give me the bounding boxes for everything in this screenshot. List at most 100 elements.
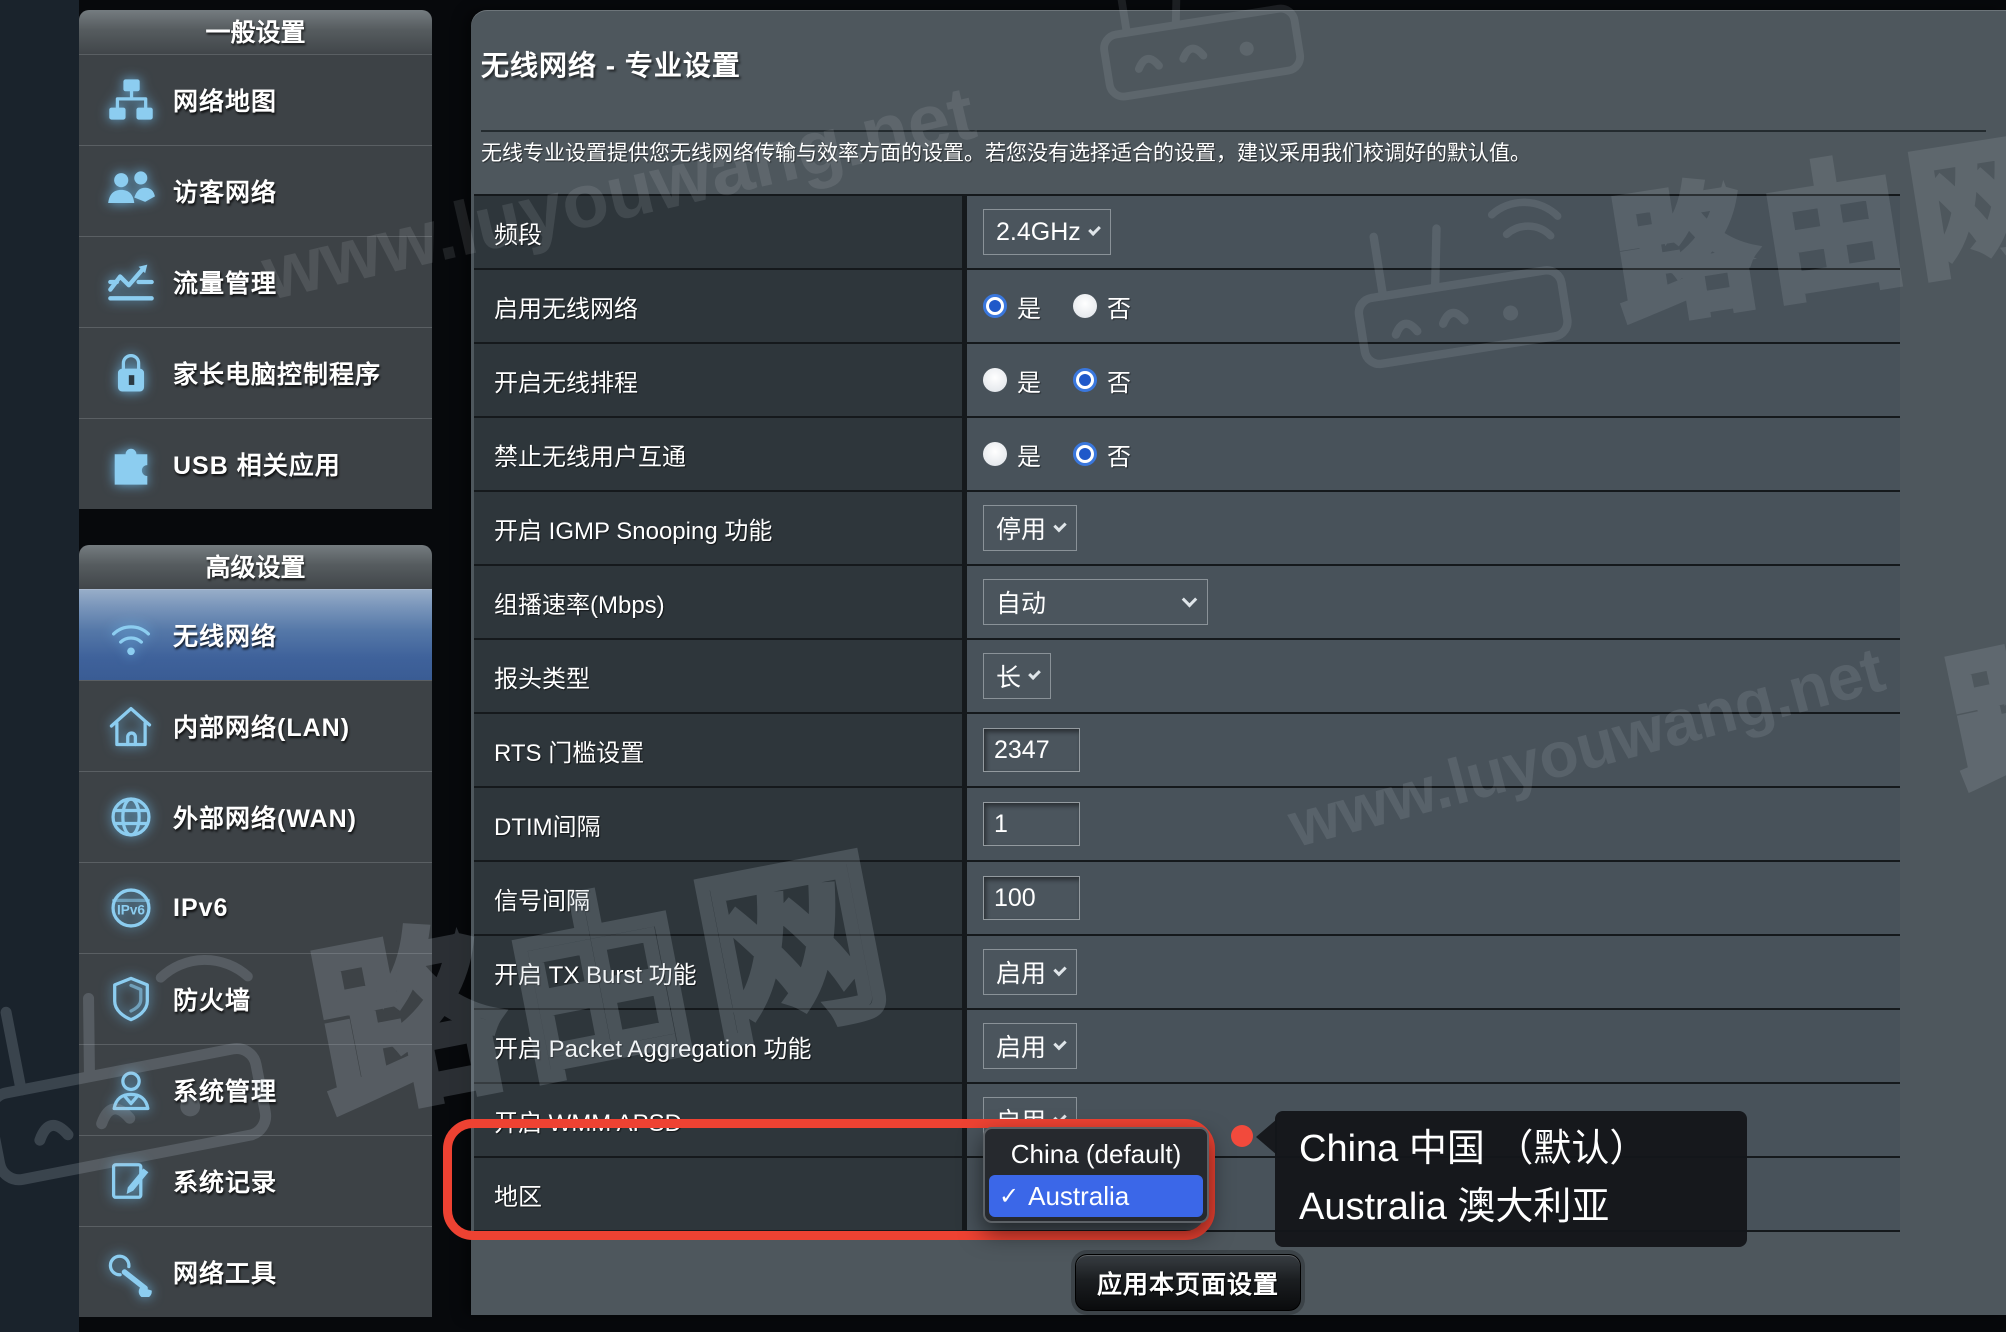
sidebar-item-label: 系统记录 <box>173 1163 277 1199</box>
region-menu-option[interactable]: ✓ Australia <box>989 1175 1203 1217</box>
annotation-arrow <box>1256 1119 1277 1155</box>
wireless-icon <box>105 609 157 661</box>
svg-text:IPv6: IPv6 <box>117 903 145 918</box>
sidebar-item[interactable]: 内部网络(LAN) <box>79 680 432 771</box>
text-input[interactable] <box>983 728 1080 772</box>
table-row: 开启 IGMP Snooping 功能 停用 <box>474 492 1900 566</box>
router-admin-page: 一般设置 网络地图 访客网络 流量管理 家长电脑控制程序 <box>0 0 2006 1332</box>
table-row: 禁止无线用户互通 是 <box>474 418 1900 492</box>
region-option-label: Australia <box>1028 1181 1129 1212</box>
dropdown-select[interactable]: 2.4GHz <box>983 209 1111 255</box>
radio-label: 否 <box>1107 437 1131 472</box>
table-row: 开启 TX Burst 功能 启用 <box>474 936 1900 1010</box>
sidebar-item[interactable]: 无线网络 <box>79 589 432 680</box>
radio-button[interactable] <box>1073 368 1097 392</box>
usb-app-icon <box>105 438 157 490</box>
setting-label: RTS 门槛设置 <box>474 714 967 786</box>
sidebar-item[interactable]: 家长电脑控制程序 <box>79 327 432 418</box>
setting-value-cell: 启用 <box>967 1010 1900 1082</box>
sidebar-item-label: 内部网络(LAN) <box>173 708 350 744</box>
setting-value-cell: 2.4GHz <box>967 196 1900 268</box>
dropdown-select[interactable]: 长 <box>983 653 1051 699</box>
sidebar-advanced-header: 高级设置 <box>79 545 432 589</box>
text-input[interactable] <box>983 802 1080 846</box>
setting-label: 禁止无线用户互通 <box>474 418 967 490</box>
lan-icon <box>105 700 157 752</box>
traffic-manager-icon <box>105 256 157 308</box>
sidebar-item[interactable]: IPv6 IPv6 <box>79 862 432 953</box>
sidebar-item-label: 无线网络 <box>173 617 277 653</box>
radio-button[interactable] <box>983 368 1007 392</box>
setting-label: 开启 TX Burst 功能 <box>474 936 967 1008</box>
radio-label: 否 <box>1107 363 1131 398</box>
sidebar-item[interactable]: 系统记录 <box>79 1135 432 1226</box>
setting-label: 频段 <box>474 196 967 268</box>
setting-label: 报头类型 <box>474 640 967 712</box>
dropdown-value: 2.4GHz <box>996 218 1081 247</box>
radio-button[interactable] <box>1073 294 1097 318</box>
setting-value-cell <box>967 862 1900 934</box>
sidebar-item-label: 家长电脑控制程序 <box>173 355 381 391</box>
setting-label: 开启无线排程 <box>474 344 967 416</box>
sidebar-item-label: 流量管理 <box>173 264 277 300</box>
sidebar-item-label: 系统管理 <box>173 1072 277 1108</box>
page-title: 无线网络 - 专业设置 <box>481 44 741 84</box>
table-row: 报头类型 长 <box>474 640 1900 714</box>
sidebar-item[interactable]: 系统管理 <box>79 1044 432 1135</box>
dropdown-select[interactable]: 停用 <box>983 505 1077 551</box>
red-marker-dot <box>1231 1125 1253 1147</box>
table-row: 开启无线排程 是 否 <box>474 344 1900 418</box>
sidebar-item[interactable]: 流量管理 <box>79 236 432 327</box>
radio-button[interactable] <box>983 442 1007 466</box>
radio-button[interactable] <box>1073 442 1097 466</box>
region-menu-option[interactable]: China (default) <box>989 1133 1203 1175</box>
sidebar-item-label: IPv6 <box>173 894 228 923</box>
setting-value-cell: 停用 <box>967 492 1900 564</box>
radio-button[interactable] <box>983 294 1007 318</box>
dropdown-select[interactable]: 启用 <box>983 1023 1077 1069</box>
annotation-line: Australia 澳大利亚 <box>1299 1178 1747 1236</box>
radio-label: 是 <box>1017 363 1041 398</box>
sidebar-item[interactable]: 外部网络(WAN) <box>79 771 432 862</box>
dropdown-value: 长 <box>996 658 1021 694</box>
dropdown-select[interactable]: 自动 <box>983 579 1208 625</box>
setting-value-cell: 自动 <box>967 566 1900 638</box>
sidebar-advanced-section: 高级设置 无线网络 内部网络(LAN) 外部网络(WAN) IPv6 IPv6 <box>79 545 432 1317</box>
sidebar-item[interactable]: USB 相关应用 <box>79 418 432 509</box>
setting-value-cell: 是 否 <box>967 418 1900 490</box>
annotation-box: China 中国 （默认） Australia 澳大利亚 <box>1275 1111 1747 1247</box>
radio-label: 否 <box>1107 289 1131 324</box>
text-input[interactable] <box>983 876 1080 920</box>
firewall-icon <box>105 973 157 1025</box>
table-row: 启用无线网络 是 否 <box>474 270 1900 344</box>
sidebar-item-label: 防火墙 <box>173 981 251 1017</box>
apply-settings-button[interactable]: 应用本页面设置 <box>1075 1254 1301 1311</box>
syslog-icon <box>105 1155 157 1207</box>
radio-option: 否 <box>1073 289 1131 324</box>
settings-table: 频段 2.4GHz 启用无线网络 <box>474 194 1900 1232</box>
setting-value-cell: 是 否 <box>967 270 1900 342</box>
setting-value-cell: 长 <box>967 640 1900 712</box>
wan-icon <box>105 791 157 843</box>
radio-option: 是 <box>983 289 1041 324</box>
dropdown-select[interactable]: 启用 <box>983 949 1077 995</box>
sidebar-item-label: USB 相关应用 <box>173 446 341 482</box>
parental-control-icon <box>105 347 157 399</box>
admin-icon <box>105 1064 157 1116</box>
checkmark-icon: ✓ <box>999 1182 1019 1211</box>
sidebar-item-label: 外部网络(WAN) <box>173 799 357 835</box>
radio-option: 是 <box>983 437 1041 472</box>
sidebar-item-label: 网络工具 <box>173 1254 277 1290</box>
sidebar-item[interactable]: 访客网络 <box>79 145 432 236</box>
chevron-down-icon <box>1053 518 1066 531</box>
sidebar-item[interactable]: 网络工具 <box>79 1226 432 1317</box>
setting-label: 开启 IGMP Snooping 功能 <box>474 492 967 564</box>
sidebar-item-label: 访客网络 <box>173 173 277 209</box>
sidebar-item[interactable]: 网络地图 <box>79 54 432 145</box>
setting-value-cell <box>967 714 1900 786</box>
radio-group: 是 否 <box>983 363 1149 398</box>
chevron-down-icon <box>1053 1036 1066 1049</box>
sidebar-item[interactable]: 防火墙 <box>79 953 432 1044</box>
chevron-down-icon <box>1088 223 1101 236</box>
setting-value-cell: 启用 <box>967 936 1900 1008</box>
